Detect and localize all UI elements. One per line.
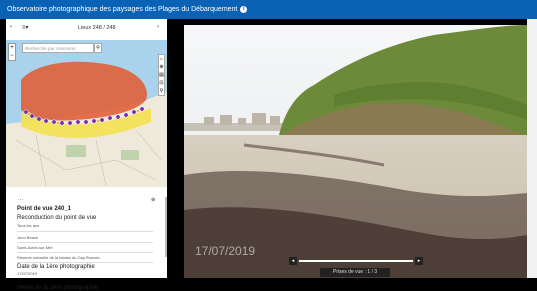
viewpoint-marker[interactable] bbox=[83, 119, 89, 125]
detail-label: Heure de la 1ère photographie bbox=[17, 285, 99, 291]
viewpoint-marker[interactable] bbox=[75, 119, 81, 125]
navigation-bar: ‹ ≡▾ Lieux 248 / 248 › bbox=[6, 23, 167, 37]
zoom-in-button[interactable]: + bbox=[9, 44, 15, 52]
right-edge bbox=[527, 19, 537, 278]
house bbox=[220, 115, 232, 125]
viewpoint-marker[interactable] bbox=[96, 119, 100, 123]
landscape-photo bbox=[184, 25, 527, 278]
viewpoint-marker[interactable] bbox=[27, 112, 31, 116]
locate-icon[interactable]: ⊕ bbox=[159, 63, 164, 71]
viewpoint-marker[interactable] bbox=[59, 120, 65, 126]
basemap-icon[interactable]: ⊡ bbox=[159, 79, 164, 87]
viewpoint-marker[interactable] bbox=[51, 119, 57, 125]
forest-patch bbox=[66, 145, 86, 157]
search-icon[interactable]: ⚲ bbox=[94, 43, 102, 53]
viewpoint-marker[interactable] bbox=[115, 114, 121, 120]
zoom-out-button[interactable]: − bbox=[9, 52, 15, 60]
divider bbox=[17, 262, 153, 263]
details-panel: ··· ⊕ Point de vue 240_1 Reconduction du… bbox=[6, 187, 167, 291]
viewpoint-marker[interactable] bbox=[123, 112, 129, 118]
photo-date-watermark: 17/07/2019 bbox=[195, 244, 256, 258]
places-counter: Lieux 248 / 248 bbox=[78, 25, 116, 31]
detail-label: Reconduction du point de vue bbox=[17, 215, 97, 221]
divider bbox=[17, 252, 153, 253]
house bbox=[252, 113, 266, 125]
viewpoint-marker[interactable] bbox=[43, 118, 49, 124]
map-view[interactable]: + − Recherche par commune ⚲ ⌂ ⊕ ▤ ⊡ ⚲ bbox=[6, 40, 167, 187]
app-title-bar: Observatoire photographique des paysages… bbox=[0, 0, 537, 19]
viewpoint-marker[interactable] bbox=[91, 118, 97, 124]
zoom-controls: + − bbox=[8, 43, 16, 61]
viewpoint-marker[interactable] bbox=[36, 116, 42, 122]
panel-options-icon[interactable]: ··· bbox=[18, 197, 23, 203]
viewpoint-marker[interactable] bbox=[99, 117, 105, 123]
slider-prev-button[interactable]: ◂ bbox=[289, 257, 297, 265]
photo-canvas bbox=[184, 25, 527, 278]
slider-track[interactable] bbox=[299, 260, 413, 262]
house bbox=[238, 118, 246, 125]
detail-label: Juno Beach bbox=[17, 235, 39, 240]
viewpoint-heading: Point de vue 240_1 bbox=[17, 206, 72, 212]
map-toolbar: ⌂ ⊕ ▤ ⊡ ⚲ bbox=[158, 54, 165, 96]
divider bbox=[17, 231, 153, 232]
slider-next-button[interactable]: ▸ bbox=[415, 257, 423, 265]
next-place-button[interactable]: › bbox=[157, 24, 159, 30]
app-title: Observatoire photographique des paysages… bbox=[7, 0, 248, 19]
viewpoint-marker[interactable] bbox=[67, 120, 73, 126]
viewpoint-marker[interactable] bbox=[131, 109, 137, 115]
detail-label: Date de la 1ère photographie bbox=[17, 264, 95, 270]
forest-patch bbox=[121, 150, 139, 160]
house bbox=[204, 117, 214, 125]
viewpoint-marker[interactable] bbox=[56, 121, 60, 125]
zoom-to-icon[interactable]: ⊕ bbox=[151, 197, 155, 203]
previous-place-button[interactable]: ‹ bbox=[10, 24, 12, 30]
detail-label: Saint-Aubin-sur-Mer bbox=[17, 245, 53, 250]
photo-pager[interactable]: Prises de vue : 1 / 3 bbox=[320, 268, 390, 277]
info-icon[interactable]: i bbox=[240, 5, 248, 13]
home-icon[interactable]: ⌂ bbox=[159, 55, 164, 63]
photo-time-slider[interactable]: ◂ ▸ bbox=[289, 257, 423, 265]
layers-icon[interactable]: ▤ bbox=[159, 71, 164, 79]
divider bbox=[17, 242, 153, 243]
viewpoint-marker[interactable] bbox=[107, 115, 113, 121]
detail-value: 17/07/2019 bbox=[17, 271, 38, 276]
search-input[interactable]: Recherche par commune bbox=[22, 43, 94, 53]
app-title-text: Observatoire photographique des paysages… bbox=[7, 6, 238, 13]
map-canvas[interactable] bbox=[6, 40, 167, 187]
detail-value: Tous les ans bbox=[17, 223, 40, 228]
left-panel: ‹ ≡▾ Lieux 248 / 248 › + − Recherche par… bbox=[6, 19, 167, 291]
viewpoint-marker[interactable] bbox=[136, 109, 140, 113]
detail-label: Réserve naturelle de la falaise du Cap R… bbox=[17, 255, 100, 260]
panel-scrollbar[interactable] bbox=[165, 197, 167, 257]
house bbox=[270, 116, 280, 125]
menu-dropdown-button[interactable]: ≡▾ bbox=[22, 24, 29, 31]
distant-village bbox=[184, 123, 284, 131]
viewpoint-marker[interactable] bbox=[139, 106, 145, 112]
tool-search-icon[interactable]: ⚲ bbox=[159, 87, 164, 95]
